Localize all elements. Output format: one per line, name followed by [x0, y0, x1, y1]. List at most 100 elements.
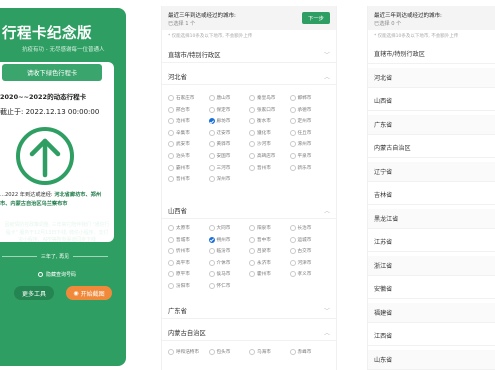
city-option[interactable]: 侯马市 — [208, 270, 250, 278]
section-neimenggu[interactable]: 内蒙古自治区 ︿ — [162, 324, 336, 341]
city-option[interactable]: 邯郸市 — [289, 94, 331, 102]
city-option[interactable]: 大同市 — [208, 224, 250, 232]
city-option[interactable]: 霸州市 — [168, 164, 209, 172]
city-option[interactable]: 沙河市 — [249, 140, 290, 148]
screenshot-button[interactable]: ◉ 开始截图 — [66, 286, 112, 300]
city-option[interactable]: 赤峰市 — [289, 348, 331, 356]
city-option[interactable]: 晋城市 — [168, 236, 209, 244]
province-row[interactable]: 福建省 — [368, 302, 495, 323]
city-label: 晋州市 — [257, 165, 271, 171]
city-label: 阳泉市 — [257, 226, 271, 231]
city-label: 古交市 — [297, 249, 312, 255]
province-row[interactable]: 黑龙江省 — [368, 208, 495, 229]
city-option[interactable]: 运城市 — [289, 236, 331, 244]
next-button[interactable]: 下一步 — [302, 12, 330, 24]
city-option[interactable]: 三河市 — [208, 164, 250, 172]
city-option[interactable]: 晋中市 — [249, 236, 290, 244]
province-row[interactable]: 吉林省 — [368, 185, 495, 205]
radio-icon — [38, 272, 43, 277]
city-option[interactable]: 邢台市 — [168, 106, 209, 114]
city-label: 迁安市 — [216, 130, 231, 136]
city-option[interactable]: 忻州市 — [168, 247, 209, 255]
province-row[interactable]: 安徽省 — [368, 279, 495, 299]
province-row[interactable]: 江西省 — [368, 326, 495, 346]
city-option[interactable]: 保定市 — [208, 106, 250, 114]
city-option[interactable]: 任丘市 — [289, 129, 331, 137]
section-guangdong[interactable]: 广东省 ﹀ — [162, 302, 336, 319]
city-option[interactable]: 廊坊市 — [208, 117, 250, 125]
city-option[interactable]: 高碑店市 — [249, 152, 290, 160]
radio-icon — [289, 129, 296, 136]
province-row[interactable]: 浙江省 — [368, 255, 495, 276]
camera-icon: ◉ — [73, 289, 79, 297]
province-row[interactable]: 山西省 — [368, 91, 495, 111]
radio-icon — [168, 118, 174, 125]
province-row[interactable]: 直辖市/特别行政区 — [368, 44, 495, 64]
city-label: 秦皇岛市 — [257, 96, 276, 101]
city-option[interactable]: 沧州市 — [168, 117, 209, 125]
city-option[interactable]: 涿州市 — [289, 140, 331, 148]
section-municipality[interactable]: 直辖市/特别行政区 ﹀ — [162, 46, 336, 63]
city-option[interactable]: 辛集市 — [168, 129, 209, 137]
city-option[interactable]: 迁安市 — [208, 129, 250, 137]
radio-icon — [289, 236, 296, 243]
city-option[interactable]: 黄骅市 — [208, 140, 250, 148]
province-row[interactable]: 河北省 — [368, 67, 495, 88]
province-list-panel: 最近三年到达或经过的城市: 已选择 0 个 * 仅能选择10条及以下地市, 不会… — [367, 6, 495, 370]
city-option[interactable]: 河津市 — [289, 259, 331, 267]
city-option[interactable]: 张家口市 — [249, 106, 290, 114]
section-label: 山西省 — [168, 207, 187, 215]
city-option[interactable]: 衡水市 — [249, 117, 290, 125]
province-row[interactable]: 内蒙古自治区 — [368, 138, 495, 158]
radio-icon — [168, 271, 174, 278]
city-option[interactable]: 汾阳市 — [168, 282, 209, 290]
province-row[interactable]: 辽宁省 — [368, 161, 495, 182]
radio-checked-icon — [208, 118, 215, 125]
section-hebei[interactable]: 河北省 ︿ — [162, 68, 336, 85]
city-option[interactable]: 唐山市 — [208, 94, 250, 102]
city-option[interactable]: 永济市 — [249, 259, 290, 267]
city-option[interactable]: 太原市 — [168, 224, 209, 232]
city-option[interactable]: 乌海市 — [249, 348, 290, 356]
city-option[interactable]: 安国市 — [208, 152, 250, 160]
city-option[interactable]: 呼和浩特市 — [168, 348, 209, 356]
city-label: 赤峰市 — [297, 350, 312, 355]
radio-icon — [208, 141, 215, 148]
city-option[interactable]: 遵化市 — [249, 129, 290, 137]
city-option[interactable]: 承德市 — [289, 106, 331, 114]
province-row[interactable]: 江苏省 — [368, 232, 495, 252]
more-tools-button[interactable]: 更多工具 — [14, 286, 54, 300]
city-option[interactable]: 武安市 — [168, 140, 209, 148]
city-option[interactable]: 平泉市 — [289, 152, 331, 160]
city-label: 邯郸市 — [297, 96, 312, 101]
province-row[interactable]: 山东省 — [368, 349, 495, 370]
city-option[interactable]: 临汾市 — [208, 247, 250, 255]
city-option[interactable]: 孝义市 — [289, 270, 331, 278]
city-option[interactable]: 高平市 — [168, 259, 209, 267]
city-option[interactable]: 晋州市 — [168, 175, 209, 183]
city-option[interactable]: 定州市 — [289, 117, 331, 125]
city-option[interactable]: 霍州市 — [249, 270, 290, 278]
section-shanxi[interactable]: 山西省 ︿ — [162, 202, 336, 219]
city-option[interactable]: 深州市 — [208, 175, 250, 183]
city-option[interactable]: 原平市 — [168, 270, 209, 278]
city-option[interactable]: 新乐市 — [289, 164, 331, 172]
city-option[interactable]: 石家庄市 — [168, 94, 209, 102]
city-option[interactable]: 朔州市 — [208, 236, 250, 244]
city-label: 乌海市 — [257, 350, 271, 355]
city-option[interactable]: 长治市 — [289, 224, 331, 232]
city-option[interactable]: 古交市 — [289, 247, 331, 255]
city-label: 廊坊市 — [216, 119, 231, 125]
city-option[interactable]: 介休市 — [208, 259, 250, 267]
city-option[interactable]: 阳泉市 — [249, 224, 290, 232]
city-option[interactable]: 怀仁市 — [208, 282, 250, 290]
city-option[interactable]: 包头市 — [208, 348, 250, 356]
city-option[interactable]: 吕梁市 — [249, 247, 290, 255]
radio-icon — [289, 271, 296, 278]
hebei-city-grid: 石家庄市 唐山市 秦皇岛市 邯郸市邢台市 保定市 张家口市 承德市沧州市 廊坊市 衡水市 定州市辛… — [168, 94, 330, 183]
hide-number-toggle[interactable]: 隐藏查询号码 — [38, 271, 76, 278]
city-option[interactable]: 晋州市 — [249, 164, 290, 172]
city-option[interactable]: 泊头市 — [168, 152, 209, 160]
province-row[interactable]: 广东省 — [368, 114, 495, 135]
city-option[interactable]: 秦皇岛市 — [249, 94, 290, 102]
